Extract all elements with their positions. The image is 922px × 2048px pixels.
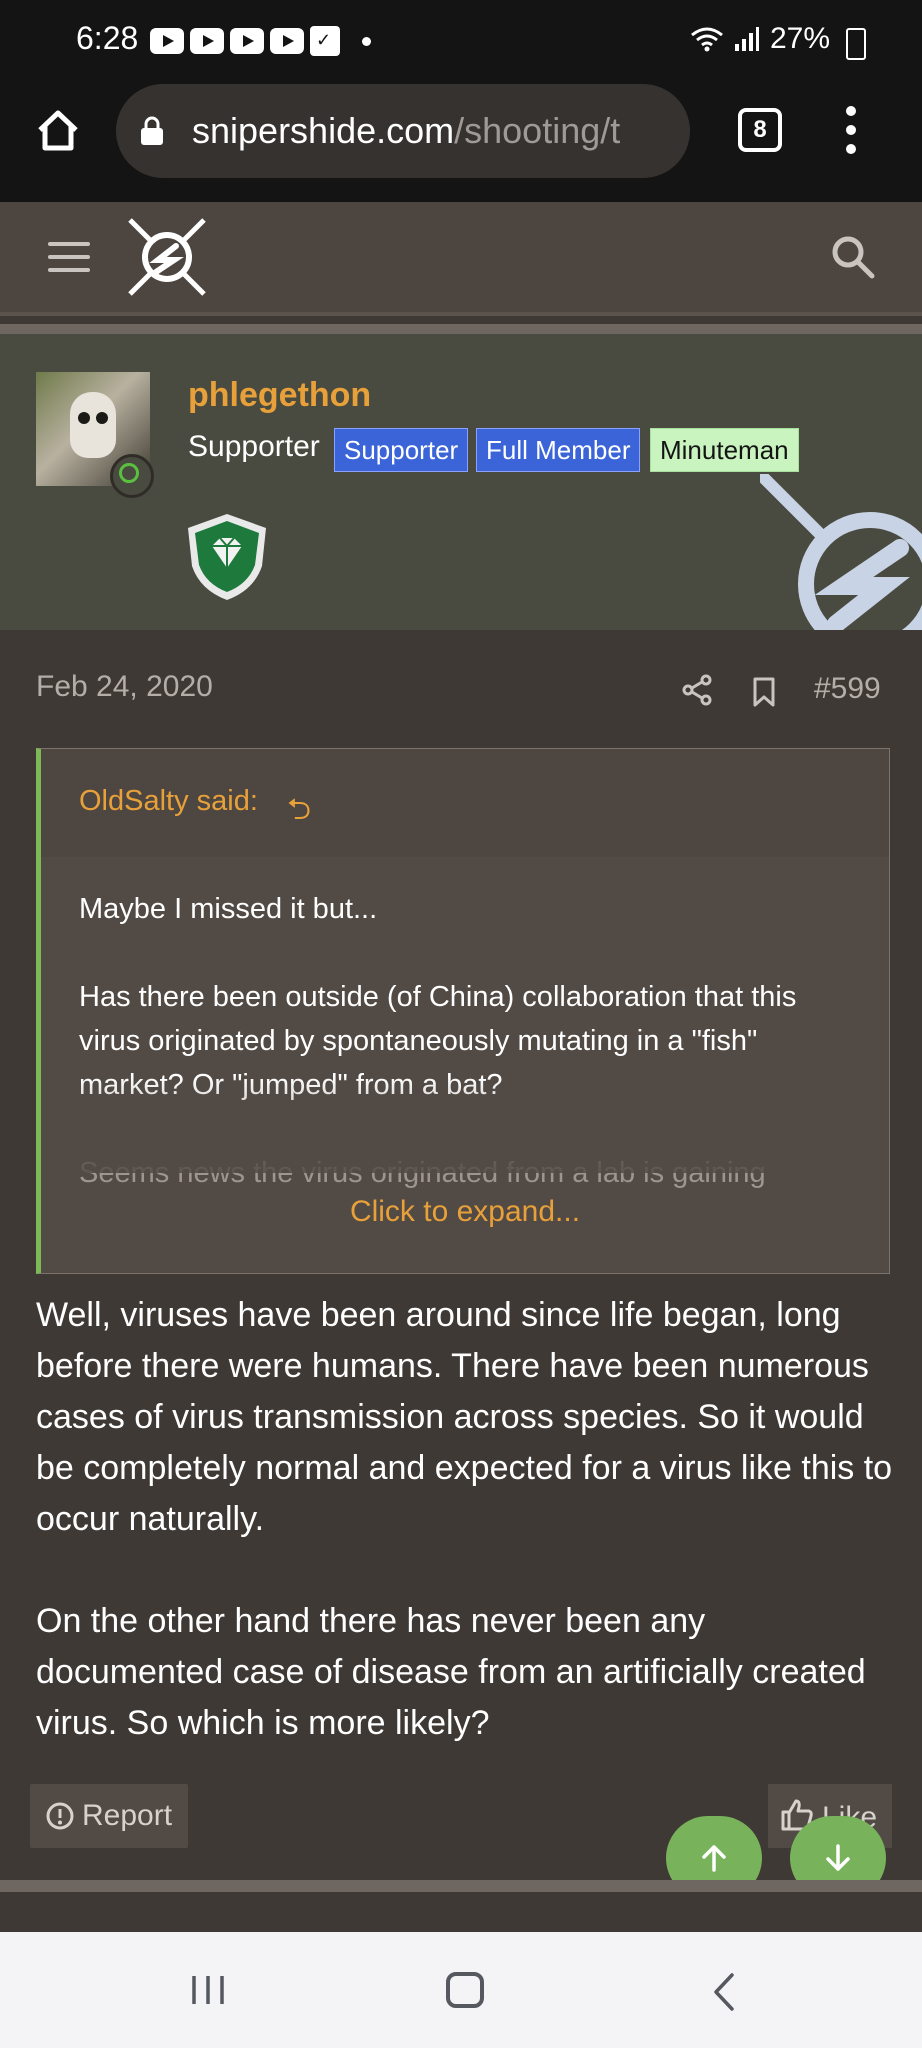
system-navigation-bar: [0, 1932, 922, 2048]
quote-block: OldSalty said: ⮌ Maybe I missed it but..…: [36, 748, 890, 1274]
back-arrow-icon[interactable]: [712, 1972, 736, 2012]
battery-charging-icon: [846, 28, 866, 60]
alert-circle-icon: [46, 1802, 74, 1830]
user-badge-minuteman: Minuteman: [650, 428, 799, 472]
post-paragraph: Well, viruses have been around since lif…: [36, 1296, 893, 1538]
more-notifications-dot-icon: [362, 36, 371, 46]
browser-toolbar: snipershide.com/shooting/t 8: [0, 82, 922, 202]
home-icon[interactable]: [34, 106, 82, 154]
quote-fade-overlay: [41, 1077, 889, 1173]
post-number-link[interactable]: #599: [814, 672, 881, 706]
click-to-expand-link[interactable]: Click to expand...: [41, 1195, 889, 1229]
notification-icons: [150, 26, 371, 56]
status-indicators: 27%: [690, 22, 830, 56]
quote-author[interactable]: OldSalty said:: [79, 785, 258, 818]
jump-to-quote-icon[interactable]: ⮌: [287, 787, 311, 838]
battery-percent: 27%: [769, 22, 830, 55]
wifi-icon: [691, 27, 723, 52]
post-paragraph: On the other hand there has never been a…: [36, 1602, 866, 1742]
youtube-icon: [150, 28, 184, 54]
username[interactable]: phlegethon: [188, 376, 371, 415]
post-date[interactable]: Feb 24, 2020: [36, 670, 213, 704]
url-text: snipershide.com/shooting/t: [192, 110, 672, 152]
header-divider: [0, 324, 922, 334]
url-path: /shooting/t: [454, 110, 621, 151]
tab-switcher-button[interactable]: 8: [738, 108, 782, 152]
user-info-banner: phlegethon Supporter Supporter Full Memb…: [0, 334, 922, 630]
signal-icon: [734, 27, 759, 51]
youtube-icon: [270, 28, 304, 54]
address-bar[interactable]: snipershide.com/shooting/t: [116, 84, 690, 178]
arrow-down-icon: [826, 1844, 850, 1871]
site-logo[interactable]: [126, 216, 208, 298]
bookmark-icon[interactable]: [752, 676, 776, 708]
next-post-peek: [0, 1892, 922, 1932]
quote-paragraph: Maybe I missed it but...: [79, 893, 378, 925]
lock-icon: [141, 116, 163, 145]
arrow-up-icon: [702, 1845, 726, 1872]
diamond-shield-trophy-icon[interactable]: [182, 510, 272, 602]
banner-logo-watermark-icon: [760, 474, 922, 630]
search-icon[interactable]: [830, 234, 876, 280]
youtube-icon: [230, 28, 264, 54]
quote-content: Maybe I missed it but... Has there been …: [41, 857, 889, 1273]
quote-header: OldSalty said: ⮌: [41, 749, 889, 857]
post-body: Well, viruses have been around since lif…: [36, 1290, 896, 1800]
report-label: Report: [82, 1799, 173, 1832]
site-header: [0, 202, 922, 316]
url-host: snipershide.com: [192, 110, 455, 151]
status-bar: 6:28 27%: [0, 0, 922, 82]
user-badge-supporter: Supporter: [334, 428, 469, 472]
browser-menu-icon[interactable]: [846, 106, 858, 154]
post-separator: [0, 1880, 922, 1892]
recent-apps-icon[interactable]: [188, 1974, 228, 2006]
user-badge-full-member: Full Member: [476, 428, 641, 472]
user-title: Supporter: [188, 430, 320, 463]
online-status-icon: [110, 454, 154, 498]
system-home-icon[interactable]: [446, 1972, 484, 2008]
report-button[interactable]: Report: [30, 1784, 188, 1848]
hamburger-menu-icon[interactable]: [48, 242, 90, 272]
status-time: 6:28: [76, 20, 139, 56]
calendar-check-icon: [310, 26, 340, 56]
youtube-icon: [190, 28, 224, 54]
share-icon[interactable]: [682, 674, 712, 706]
